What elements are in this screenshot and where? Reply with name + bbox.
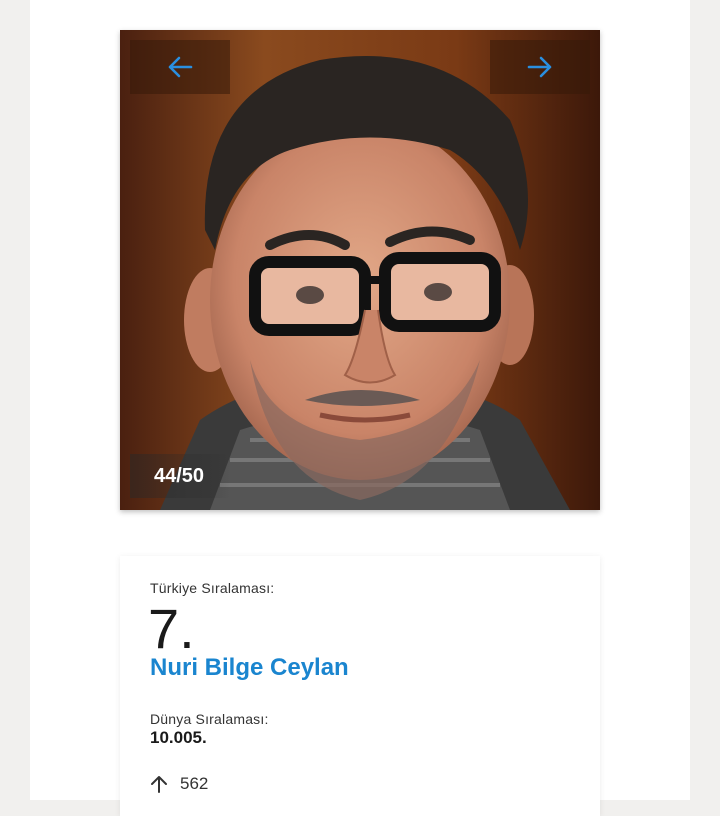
turkey-rank-label: Türkiye Sıralaması: xyxy=(150,580,275,596)
person-name-link[interactable]: Nuri Bilge Ceylan xyxy=(150,654,349,682)
rank-change-value: 562 xyxy=(180,774,209,793)
next-photo-button[interactable] xyxy=(490,40,590,94)
previous-photo-button[interactable] xyxy=(130,40,230,94)
world-rank-label: Dünya Sıralaması: xyxy=(150,711,269,727)
arrow-right-icon xyxy=(527,56,552,78)
rank-change: 562 xyxy=(150,774,208,794)
turkey-rank-value: 7. xyxy=(148,597,195,660)
photo-carousel[interactable]: 44/50 xyxy=(120,30,600,510)
photo-counter: 44/50 xyxy=(130,454,230,498)
arrow-left-icon xyxy=(168,56,193,78)
ranking-card: Türkiye Sıralaması: 7. Nuri Bilge Ceylan… xyxy=(120,556,600,816)
page-content: 44/50 Türkiye Sıralaması: 7. Nuri Bilge … xyxy=(30,0,690,816)
portrait-photo xyxy=(120,30,600,510)
arrow-up-icon xyxy=(151,776,167,793)
world-rank-value: 10.005. xyxy=(150,728,207,747)
